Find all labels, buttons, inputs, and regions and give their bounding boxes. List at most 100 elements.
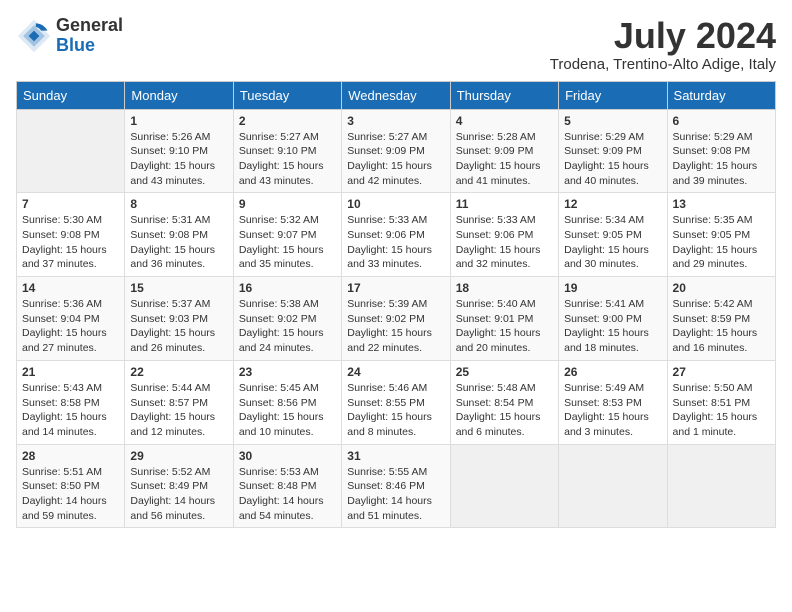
day-info: Sunrise: 5:29 AM Sunset: 9:09 PM Dayligh… [564,130,661,189]
day-info: Sunrise: 5:37 AM Sunset: 9:03 PM Dayligh… [130,297,227,356]
calendar-cell: 15 Sunrise: 5:37 AM Sunset: 9:03 PM Dayli… [125,277,233,361]
calendar-cell: 27Sunrise: 5:50 AM Sunset: 8:51 PM Dayli… [667,360,775,444]
calendar-cell: 1 Sunrise: 5:26 AM Sunset: 9:10 PM Daylig… [125,109,233,193]
day-info: Sunrise: 5:32 AM Sunset: 9:07 PM Dayligh… [239,213,336,272]
calendar-cell: 8 Sunrise: 5:31 AM Sunset: 9:08 PM Daylig… [125,193,233,277]
day-info: Sunrise: 5:28 AM Sunset: 9:09 PM Dayligh… [456,130,553,189]
calendar-cell: 7 Sunrise: 5:30 AM Sunset: 9:08 PM Daylig… [17,193,125,277]
header-row: SundayMondayTuesdayWednesdayThursdayFrid… [17,81,776,109]
day-info: Sunrise: 5:49 AM Sunset: 8:53 PM Dayligh… [564,381,661,440]
calendar-cell: 26Sunrise: 5:49 AM Sunset: 8:53 PM Dayli… [559,360,667,444]
calendar-cell: 4 Sunrise: 5:28 AM Sunset: 9:09 PM Daylig… [450,109,558,193]
day-info: Sunrise: 5:27 AM Sunset: 9:09 PM Dayligh… [347,130,444,189]
day-number: 18 [456,281,553,295]
day-number: 11 [456,197,553,211]
calendar-cell: 13Sunrise: 5:35 AM Sunset: 9:05 PM Dayli… [667,193,775,277]
logo-text: General Blue [56,16,123,56]
calendar-cell: 16 Sunrise: 5:38 AM Sunset: 9:02 PM Dayli… [233,277,341,361]
calendar-body: 1 Sunrise: 5:26 AM Sunset: 9:10 PM Daylig… [17,109,776,528]
calendar-cell: 30 Sunrise: 5:53 AM Sunset: 8:48 PM Dayli… [233,444,341,528]
calendar-cell: 28Sunrise: 5:51 AM Sunset: 8:50 PM Dayli… [17,444,125,528]
day-number: 4 [456,114,553,128]
calendar-cell: 31 Sunrise: 5:55 AM Sunset: 8:46 PM Dayli… [342,444,450,528]
day-info: Sunrise: 5:33 AM Sunset: 9:06 PM Dayligh… [456,213,553,272]
calendar-cell: 22 Sunrise: 5:44 AM Sunset: 8:57 PM Dayli… [125,360,233,444]
calendar-week-row: 21Sunrise: 5:43 AM Sunset: 8:58 PM Dayli… [17,360,776,444]
day-number: 20 [673,281,770,295]
day-number: 24 [347,365,444,379]
day-info: Sunrise: 5:40 AM Sunset: 9:01 PM Dayligh… [456,297,553,356]
calendar-week-row: 7 Sunrise: 5:30 AM Sunset: 9:08 PM Daylig… [17,193,776,277]
day-number: 15 [130,281,227,295]
calendar-cell: 23Sunrise: 5:45 AM Sunset: 8:56 PM Dayli… [233,360,341,444]
calendar-cell: 14 Sunrise: 5:36 AM Sunset: 9:04 PM Dayli… [17,277,125,361]
day-number: 16 [239,281,336,295]
day-of-week-header: Monday [125,81,233,109]
page-header: General Blue July 2024 Trodena, Trentino… [16,16,776,73]
calendar-cell: 24Sunrise: 5:46 AM Sunset: 8:55 PM Dayli… [342,360,450,444]
day-of-week-header: Sunday [17,81,125,109]
calendar-table: SundayMondayTuesdayWednesdayThursdayFrid… [16,81,776,529]
day-info: Sunrise: 5:42 AM Sunset: 8:59 PM Dayligh… [673,297,770,356]
day-info: Sunrise: 5:51 AM Sunset: 8:50 PM Dayligh… [22,465,119,524]
calendar-cell: 6 Sunrise: 5:29 AM Sunset: 9:08 PM Daylig… [667,109,775,193]
day-of-week-header: Wednesday [342,81,450,109]
calendar-week-row: 1 Sunrise: 5:26 AM Sunset: 9:10 PM Daylig… [17,109,776,193]
day-info: Sunrise: 5:39 AM Sunset: 9:02 PM Dayligh… [347,297,444,356]
calendar-cell: 20 Sunrise: 5:42 AM Sunset: 8:59 PM Dayli… [667,277,775,361]
calendar-header: SundayMondayTuesdayWednesdayThursdayFrid… [17,81,776,109]
day-number: 30 [239,449,336,463]
day-of-week-header: Tuesday [233,81,341,109]
day-info: Sunrise: 5:45 AM Sunset: 8:56 PM Dayligh… [239,381,336,440]
title-block: July 2024 Trodena, Trentino-Alto Adige, … [550,16,776,73]
day-number: 17 [347,281,444,295]
logo-icon [16,18,52,54]
day-of-week-header: Thursday [450,81,558,109]
calendar-cell: 29Sunrise: 5:52 AM Sunset: 8:49 PM Dayli… [125,444,233,528]
day-number: 25 [456,365,553,379]
calendar-week-row: 28Sunrise: 5:51 AM Sunset: 8:50 PM Dayli… [17,444,776,528]
calendar-cell: 2 Sunrise: 5:27 AM Sunset: 9:10 PM Daylig… [233,109,341,193]
day-info: Sunrise: 5:29 AM Sunset: 9:08 PM Dayligh… [673,130,770,189]
logo-blue: Blue [56,35,95,55]
day-info: Sunrise: 5:35 AM Sunset: 9:05 PM Dayligh… [673,213,770,272]
day-number: 14 [22,281,119,295]
day-info: Sunrise: 5:44 AM Sunset: 8:57 PM Dayligh… [130,381,227,440]
day-info: Sunrise: 5:27 AM Sunset: 9:10 PM Dayligh… [239,130,336,189]
calendar-cell: 11 Sunrise: 5:33 AM Sunset: 9:06 PM Dayli… [450,193,558,277]
day-number: 12 [564,197,661,211]
calendar-cell [559,444,667,528]
month-year: July 2024 [550,16,776,56]
calendar-cell: 18 Sunrise: 5:40 AM Sunset: 9:01 PM Dayli… [450,277,558,361]
day-number: 7 [22,197,119,211]
day-number: 31 [347,449,444,463]
day-number: 6 [673,114,770,128]
day-number: 3 [347,114,444,128]
day-of-week-header: Saturday [667,81,775,109]
calendar-cell: 9Sunrise: 5:32 AM Sunset: 9:07 PM Daylig… [233,193,341,277]
day-info: Sunrise: 5:33 AM Sunset: 9:06 PM Dayligh… [347,213,444,272]
day-number: 8 [130,197,227,211]
day-number: 5 [564,114,661,128]
day-info: Sunrise: 5:53 AM Sunset: 8:48 PM Dayligh… [239,465,336,524]
day-number: 19 [564,281,661,295]
day-number: 22 [130,365,227,379]
calendar-cell: 10 Sunrise: 5:33 AM Sunset: 9:06 PM Dayli… [342,193,450,277]
day-number: 2 [239,114,336,128]
day-info: Sunrise: 5:52 AM Sunset: 8:49 PM Dayligh… [130,465,227,524]
day-info: Sunrise: 5:30 AM Sunset: 9:08 PM Dayligh… [22,213,119,272]
day-info: Sunrise: 5:31 AM Sunset: 9:08 PM Dayligh… [130,213,227,272]
day-info: Sunrise: 5:36 AM Sunset: 9:04 PM Dayligh… [22,297,119,356]
day-info: Sunrise: 5:43 AM Sunset: 8:58 PM Dayligh… [22,381,119,440]
day-info: Sunrise: 5:55 AM Sunset: 8:46 PM Dayligh… [347,465,444,524]
day-number: 1 [130,114,227,128]
day-info: Sunrise: 5:26 AM Sunset: 9:10 PM Dayligh… [130,130,227,189]
calendar-cell [17,109,125,193]
day-info: Sunrise: 5:48 AM Sunset: 8:54 PM Dayligh… [456,381,553,440]
day-info: Sunrise: 5:38 AM Sunset: 9:02 PM Dayligh… [239,297,336,356]
day-info: Sunrise: 5:50 AM Sunset: 8:51 PM Dayligh… [673,381,770,440]
logo: General Blue [16,16,123,56]
day-number: 10 [347,197,444,211]
calendar-cell [667,444,775,528]
location: Trodena, Trentino-Alto Adige, Italy [550,56,776,73]
